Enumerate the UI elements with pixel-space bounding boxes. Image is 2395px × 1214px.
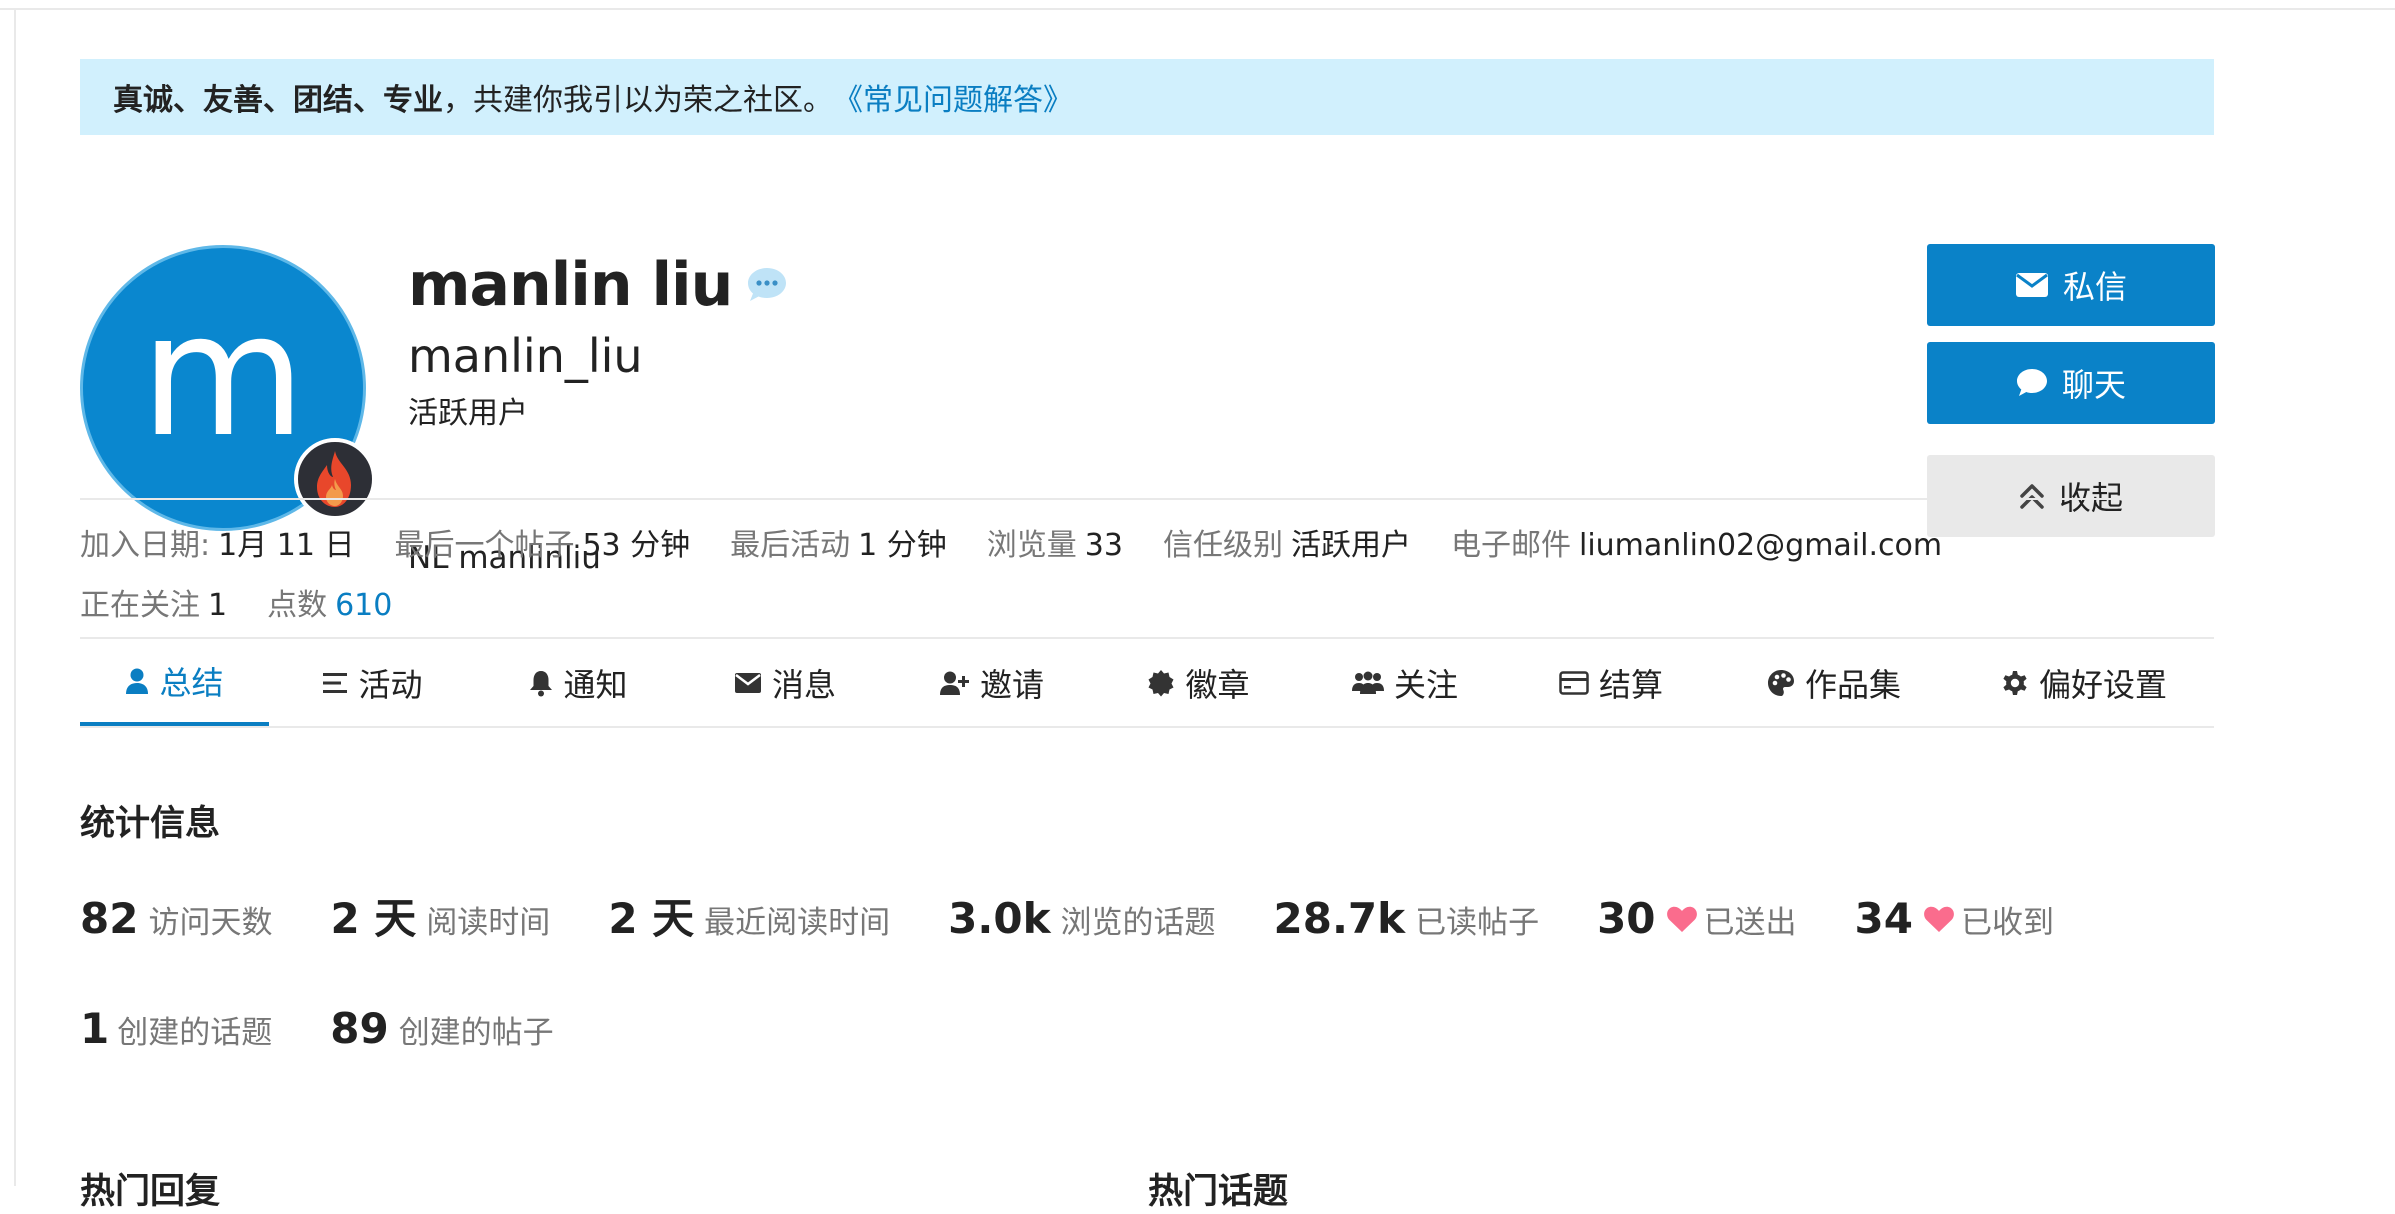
meta-points[interactable]: 点数 610	[267, 576, 392, 636]
stat-posts-read: 28.7k 已读帖子	[1273, 894, 1540, 943]
tab-messages[interactable]: 消息	[681, 639, 889, 726]
meta-joined: 加入日期: 1月 11 日	[80, 528, 355, 563]
heart-icon	[1666, 905, 1698, 933]
meta-email: 电子邮件 liumanlin02@gmail.com	[1450, 528, 1943, 563]
top-replies-title: 热门回复	[80, 1172, 221, 1212]
stat-likes-given: 30 已送出	[1597, 894, 1797, 943]
meta-trust-level: 信任级别 活跃用户	[1162, 528, 1411, 563]
stats-row-1: 82 访问天数 2 天阅读时间 2 天最近阅读时间 3.0k 浏览的话题 28.7k…	[80, 885, 2112, 946]
stats-title: 统计信息	[80, 804, 221, 844]
full-name: manlin liu	[408, 250, 733, 320]
tab-preferences[interactable]: 偏好设置	[1954, 639, 2214, 726]
tab-portfolio[interactable]: 作品集	[1714, 639, 1954, 726]
stat-likes-received: 34 已收到	[1854, 894, 2054, 943]
envelope-icon	[2015, 272, 2049, 298]
palette-icon	[1767, 669, 1795, 697]
tab-invites[interactable]: 邀请	[889, 639, 1095, 726]
chat-button-label: 聊天	[2061, 366, 2126, 404]
top-topics-title: 热门话题	[1148, 1172, 1289, 1212]
meta-row-2: 正在关注 1 点数 610	[80, 576, 2214, 636]
tab-badges-label: 徽章	[1185, 665, 1250, 704]
message-button[interactable]: 私信	[1927, 244, 2215, 326]
username: manlin_liu	[408, 329, 643, 383]
stats-row-2: 1 创建的话题 89 创建的帖子	[80, 1004, 612, 1053]
user-title: 活跃用户	[408, 396, 528, 431]
user-plus-icon	[939, 670, 970, 696]
tab-badges[interactable]: 徽章	[1095, 639, 1302, 726]
user-icon	[125, 667, 149, 695]
full-name-row: manlin liu	[408, 242, 788, 328]
meta-following[interactable]: 正在关注 1	[80, 576, 227, 636]
tab-follow-label: 关注	[1393, 665, 1458, 704]
top-border	[0, 0, 2395, 10]
stat-time-read: 2 天阅读时间	[330, 894, 551, 943]
user-nav-tabs: 总结 活动 通知 消息 邀请 徽章 关注 结算 作品集 偏好设置	[80, 639, 2214, 728]
tab-notifications[interactable]: 通知	[476, 639, 681, 726]
profile-header: m manlin liu manlin_liu 活跃用户 NL manlinli…	[80, 135, 2215, 576]
stat-days-visited: 82 访问天数	[80, 894, 273, 943]
tab-follow[interactable]: 关注	[1302, 639, 1508, 726]
list-icon	[322, 671, 348, 695]
chat-button[interactable]: 聊天	[1927, 342, 2215, 424]
heart-icon	[1923, 905, 1955, 933]
meta-last-seen: 最后活动 1 分钟	[730, 528, 947, 563]
tab-notifications-label: 通知	[563, 665, 628, 704]
gear-icon	[2001, 669, 2029, 697]
tab-summary[interactable]: 总结	[80, 639, 269, 726]
avatar-letter: m	[140, 277, 306, 475]
tab-activity[interactable]: 活动	[269, 639, 476, 726]
bell-icon	[529, 669, 553, 697]
tab-summary-label: 总结	[159, 663, 224, 702]
user-profile-container: 真诚、友善、团结、专业 ，共建你我引以为荣之社区。 《常见问题解答》 m manli…	[80, 59, 2215, 1212]
banner-bold-text: 真诚、友善、团结、专业	[113, 83, 443, 118]
name-block: manlin liu manlin_liu 活跃用户	[408, 242, 788, 432]
community-banner: 真诚、友善、团结、专业 ，共建你我引以为荣之社区。 《常见问题解答》	[80, 59, 2214, 135]
meta-row-1: 加入日期: 1月 11 日 最后一个帖子 53 分钟 最后活动 1 分钟 浏览量 33 …	[80, 516, 2214, 576]
comment-icon	[2016, 368, 2048, 398]
stat-recent-time-read: 2 天最近阅读时间	[608, 894, 891, 943]
meta-views: 浏览量 33	[986, 528, 1123, 563]
chat-bubble-status-icon[interactable]	[746, 264, 788, 306]
tab-billing[interactable]: 结算	[1508, 639, 1714, 726]
tab-preferences-label: 偏好设置	[2038, 665, 2167, 704]
stat-topics-viewed: 3.0k 浏览的话题	[948, 894, 1216, 943]
credit-card-icon	[1559, 670, 1589, 695]
tab-invites-label: 邀请	[979, 665, 1044, 704]
badge-icon	[1147, 669, 1175, 697]
banner-text: ，共建你我引以为荣之社区。	[443, 83, 833, 118]
faq-link[interactable]: 《常见问题解答》	[833, 75, 1073, 119]
stat-topics-created: 1 创建的话题	[80, 1004, 273, 1053]
tab-activity-label: 活动	[358, 665, 423, 704]
left-border	[14, 10, 16, 1186]
meta-last-post: 最后一个帖子 53 分钟	[394, 528, 691, 563]
user-meta: 加入日期: 1月 11 日 最后一个帖子 53 分钟 最后活动 1 分钟 浏览量 33 …	[80, 498, 2214, 639]
tab-messages-label: 消息	[771, 665, 836, 704]
envelope-icon	[734, 672, 762, 694]
message-button-label: 私信	[2062, 268, 2127, 306]
tab-portfolio-label: 作品集	[1804, 665, 1901, 704]
users-icon	[1351, 671, 1384, 695]
tab-billing-label: 结算	[1598, 665, 1663, 704]
stat-posts-created: 89 创建的帖子	[330, 1004, 554, 1053]
